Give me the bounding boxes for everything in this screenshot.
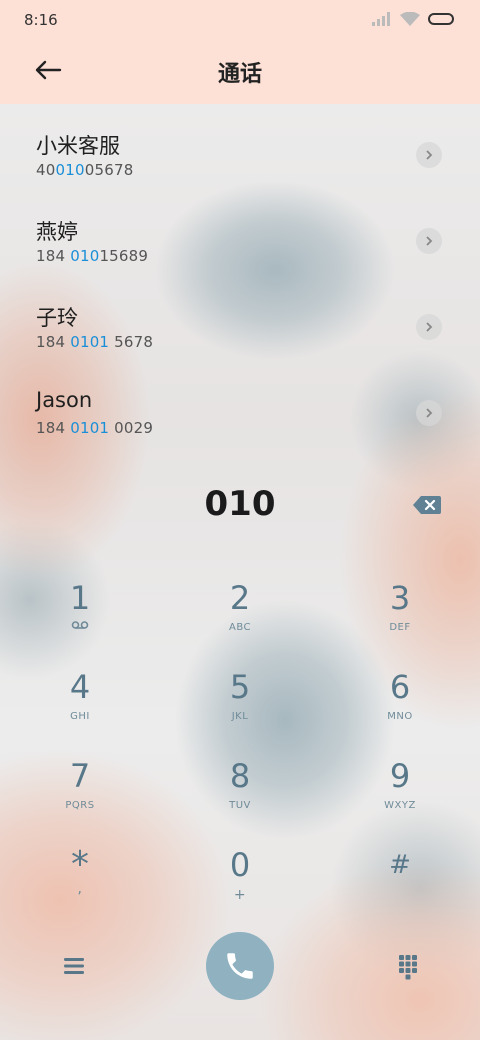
contact-detail-button[interactable] xyxy=(416,314,442,340)
phone-icon xyxy=(227,953,253,979)
key-0[interactable]: 0 + xyxy=(160,845,320,933)
backspace-button[interactable] xyxy=(412,494,442,516)
dial-pad: 1 2 ABC 3 DEF 4 GHI 5 JKL 6 MNO 7 PQRS 8… xyxy=(0,568,480,928)
list-item[interactable]: Jason 184 0101 0029 xyxy=(0,362,480,448)
key-hash[interactable]: # xyxy=(320,845,480,933)
key-3[interactable]: 3 DEF xyxy=(320,578,480,666)
key-2[interactable]: 2 ABC xyxy=(160,578,320,666)
menu-icon xyxy=(64,958,84,974)
key-star[interactable]: * , xyxy=(0,845,160,933)
key-letters: GHI xyxy=(70,711,90,722)
key-digit: # xyxy=(389,850,411,880)
key-9[interactable]: 9 WXYZ xyxy=(320,756,480,844)
wifi-icon xyxy=(400,12,420,26)
dialed-number: 010 xyxy=(204,484,276,524)
key-1[interactable]: 1 xyxy=(0,578,160,666)
key-letters: + xyxy=(233,887,247,903)
list-item[interactable]: 小米客服 4001005678 xyxy=(0,104,480,190)
status-icons xyxy=(372,12,454,26)
call-button[interactable] xyxy=(206,932,274,1000)
key-digit: 4 xyxy=(69,668,91,706)
key-7[interactable]: 7 PQRS xyxy=(0,756,160,844)
contact-detail-button[interactable] xyxy=(416,228,442,254)
contact-number: 184 01015689 xyxy=(36,247,149,265)
page-title: 通话 xyxy=(217,62,262,87)
dialpad-toggle-button[interactable] xyxy=(394,952,422,980)
voicemail-icon xyxy=(0,620,160,636)
key-digit: 2 xyxy=(229,579,251,617)
key-8[interactable]: 8 TUV xyxy=(160,756,320,844)
key-4[interactable]: 4 GHI xyxy=(0,667,160,755)
key-digit: 7 xyxy=(69,757,91,795)
chevron-right-icon xyxy=(426,236,433,246)
contact-name: 燕婷 xyxy=(36,220,78,244)
key-digit: 5 xyxy=(229,668,251,706)
contact-suggestions: 小米客服 4001005678 燕婷 184 01015689 子玲 184 0… xyxy=(0,104,480,462)
contact-name: 小米客服 xyxy=(36,134,120,158)
dialpad-icon xyxy=(399,955,417,980)
key-letters: JKL xyxy=(231,711,249,722)
contact-number: 184 0101 5678 xyxy=(36,333,154,351)
status-time: 8:16 xyxy=(24,11,58,29)
key-digit: 1 xyxy=(69,579,91,617)
key-digit: * xyxy=(71,844,89,885)
list-item[interactable]: 子玲 184 0101 5678 xyxy=(0,276,480,362)
key-letters: ABC xyxy=(228,622,251,633)
contact-detail-button[interactable] xyxy=(416,400,442,426)
list-item[interactable]: 燕婷 184 01015689 xyxy=(0,190,480,276)
key-letters: WXYZ xyxy=(384,800,416,811)
key-5[interactable]: 5 JKL xyxy=(160,667,320,755)
contact-name: 子玲 xyxy=(36,306,78,330)
contact-detail-button[interactable] xyxy=(416,142,442,168)
key-6[interactable]: 6 MNO xyxy=(320,667,480,755)
signal-icon xyxy=(372,12,390,26)
backspace-icon xyxy=(413,496,441,514)
chevron-right-icon xyxy=(426,150,433,160)
contact-name: Jason xyxy=(36,388,93,412)
chevron-right-icon xyxy=(426,322,433,332)
key-letters: DEF xyxy=(389,622,411,633)
key-letters: TUV xyxy=(229,800,251,811)
key-digit: 0 xyxy=(229,846,251,884)
key-letters: , xyxy=(77,881,83,897)
key-digit: 8 xyxy=(229,757,251,795)
app-header: 8:16 通话 xyxy=(0,0,480,104)
key-letters: PQRS xyxy=(65,800,95,811)
battery-icon xyxy=(428,13,454,25)
menu-button[interactable] xyxy=(60,952,88,980)
key-digit: 6 xyxy=(389,668,411,706)
key-letters: MNO xyxy=(387,711,413,722)
key-digit: 3 xyxy=(389,579,411,617)
contact-number: 4001005678 xyxy=(36,161,134,179)
chevron-right-icon xyxy=(426,408,433,418)
key-digit: 9 xyxy=(389,757,411,795)
contact-number: 184 0101 0029 xyxy=(36,419,154,437)
